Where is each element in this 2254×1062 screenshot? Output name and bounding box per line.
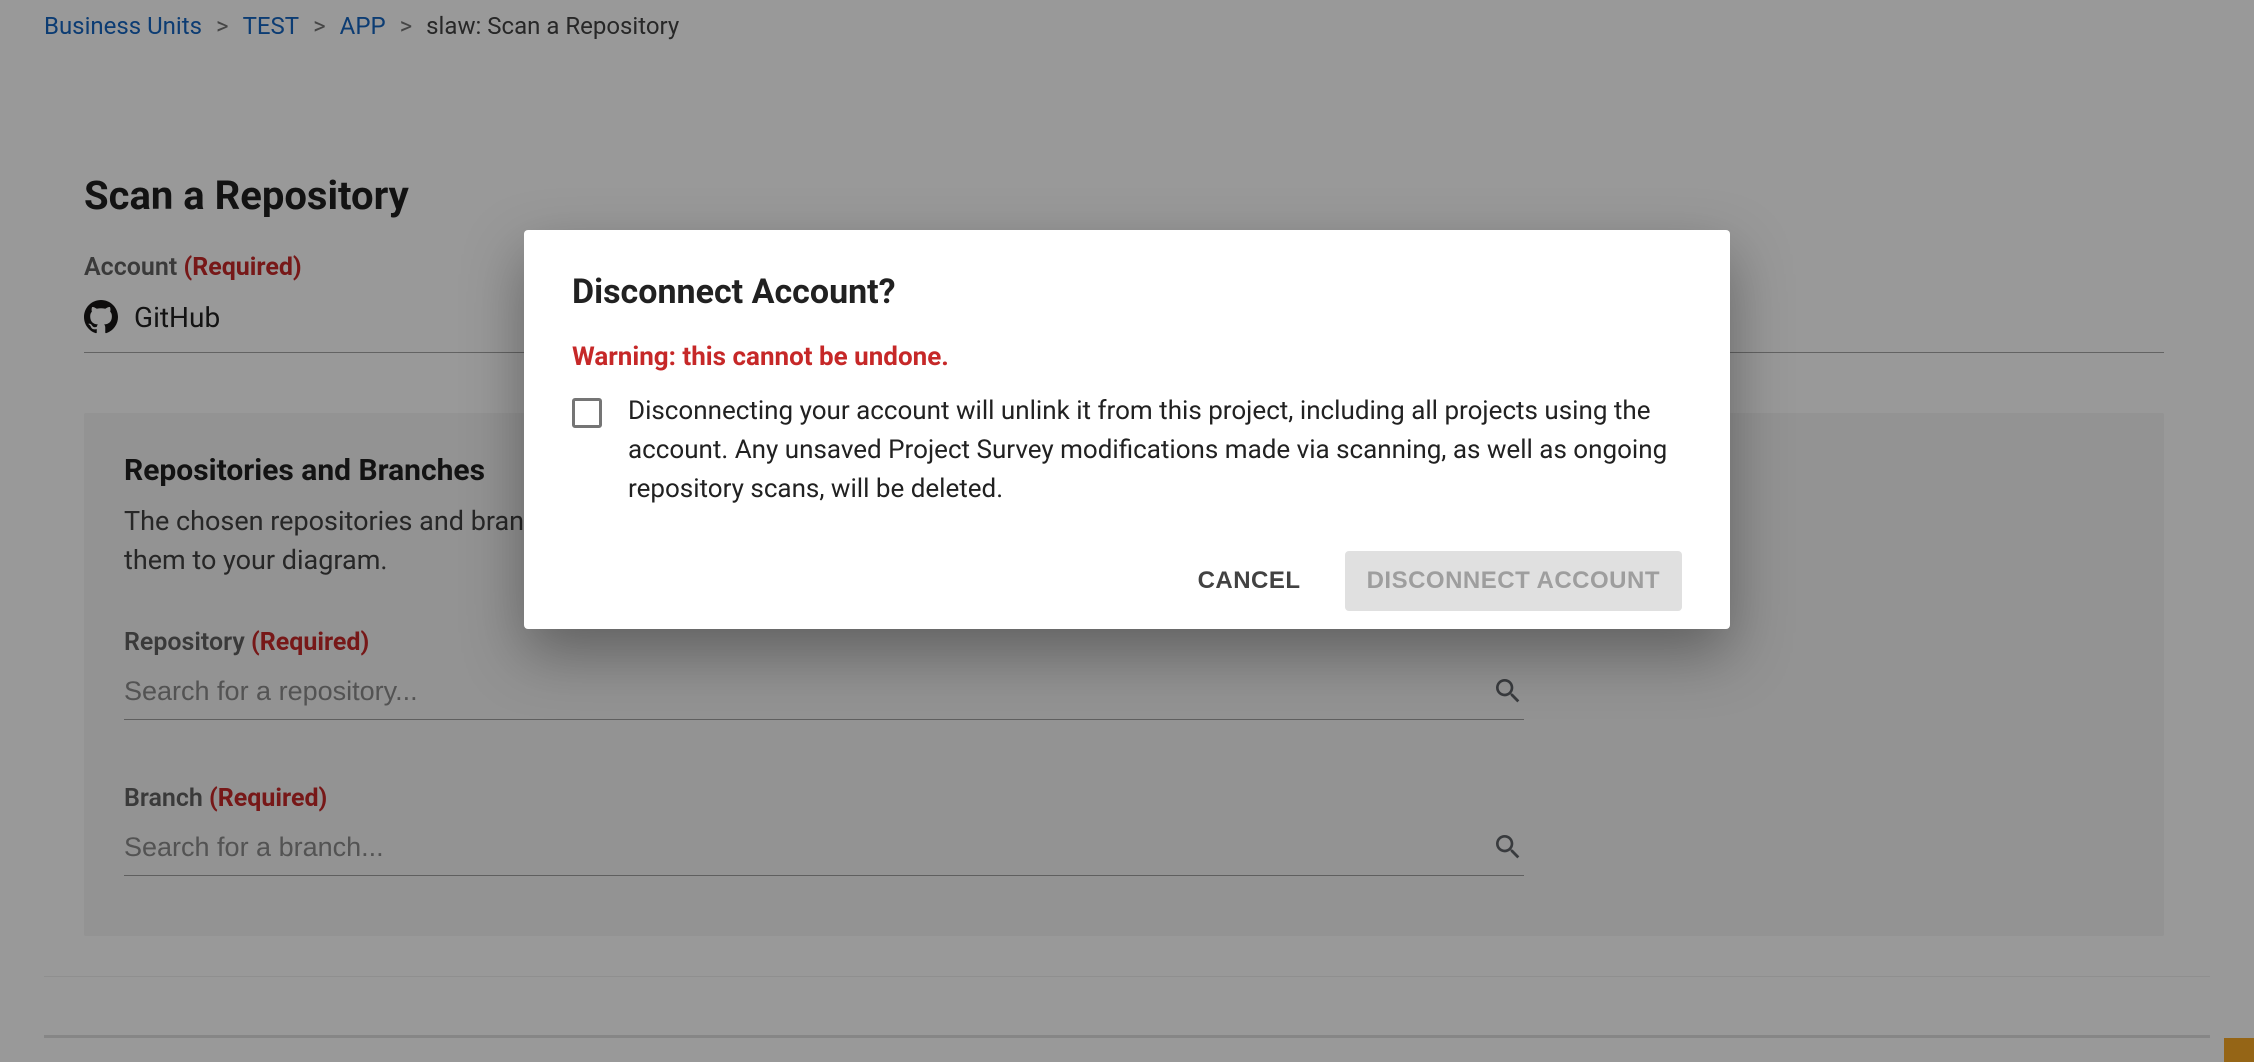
dialog-title: Disconnect Account? [572,272,1682,312]
dialog-actions: CANCEL DISCONNECT ACCOUNT [572,551,1682,611]
modal-overlay[interactable]: Disconnect Account? Warning: this cannot… [0,0,2254,1062]
dialog-body: Disconnecting your account will unlink i… [628,392,1682,509]
confirm-checkbox[interactable] [572,398,602,428]
disconnect-account-button[interactable]: DISCONNECT ACCOUNT [1345,551,1682,611]
disconnect-account-dialog: Disconnect Account? Warning: this cannot… [524,230,1730,629]
cancel-button[interactable]: CANCEL [1176,551,1323,611]
dialog-warning: Warning: this cannot be undone. [572,342,1682,372]
